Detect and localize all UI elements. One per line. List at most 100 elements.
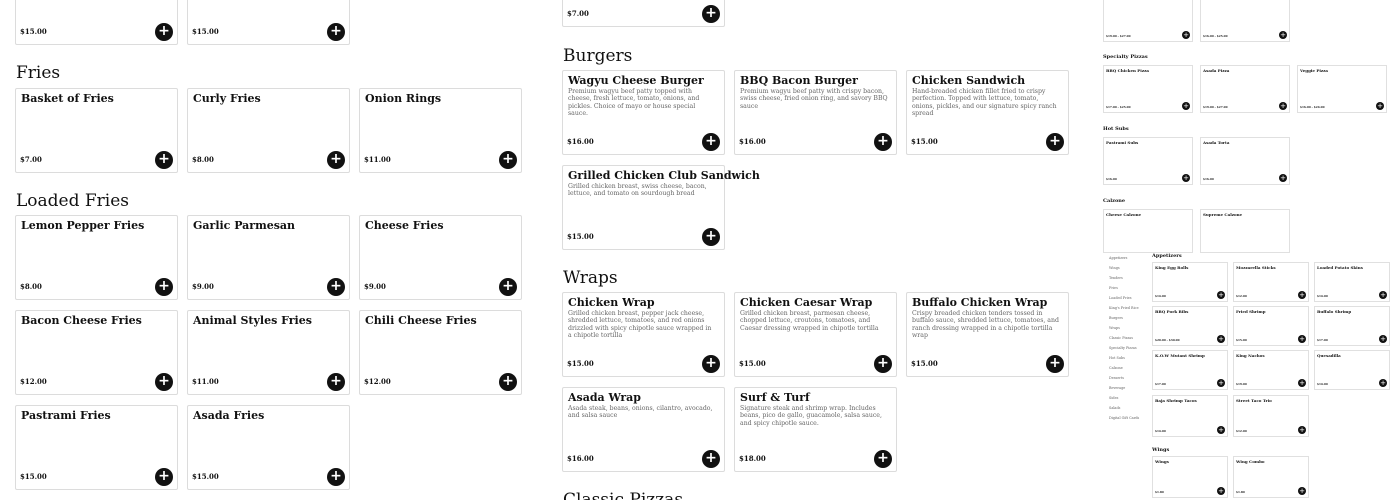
sidebar-item-wings[interactable]: Wings [1107, 263, 1149, 273]
add-to-cart-button[interactable]: + [1217, 379, 1225, 387]
add-to-cart-button[interactable]: + [702, 133, 720, 151]
add-to-cart-button[interactable]: + [499, 373, 517, 391]
menu-card[interactable]: Basket of Fries $7.00 + [15, 88, 178, 173]
menu-card[interactable]: Veggie Pizza $16.00 - $24.00 + [1297, 65, 1387, 113]
sidebar-item-fries[interactable]: Fries [1107, 283, 1149, 293]
add-to-cart-button[interactable]: + [1298, 291, 1306, 299]
menu-card[interactable]: Mozzarella Sticks $12.00 + [1233, 262, 1309, 302]
menu-card[interactable]: Chicken Sandwich Hand-breaded chicken fi… [906, 70, 1069, 155]
add-to-cart-button[interactable]: + [1217, 335, 1225, 343]
menu-card[interactable]: $15.00 + [187, 0, 350, 45]
menu-card[interactable]: Wings $1.80 + [1152, 456, 1228, 498]
sidebar-item-calzone[interactable]: Calzone [1107, 363, 1149, 373]
add-to-cart-button[interactable]: + [499, 278, 517, 296]
menu-card[interactable]: Wing Combo $1.80 + [1233, 456, 1309, 498]
menu-card[interactable]: Quesadilla $14.00 + [1314, 350, 1390, 390]
sidebar-item-burgers[interactable]: Burgers [1107, 313, 1149, 323]
add-to-cart-button[interactable]: + [1298, 426, 1306, 434]
menu-card[interactable]: Chicken Wrap Grilled chicken breast, pep… [562, 292, 725, 377]
menu-card[interactable]: Cheese Calzone [1103, 209, 1193, 253]
add-to-cart-button[interactable]: + [874, 450, 892, 468]
add-to-cart-button[interactable]: + [1376, 102, 1384, 110]
menu-card[interactable]: Wagyu Cheese Burger Premium wagyu beef p… [562, 70, 725, 155]
menu-card[interactable]: Supreme Calzone [1200, 209, 1290, 253]
add-to-cart-button[interactable]: + [155, 23, 173, 41]
add-to-cart-button[interactable]: + [1379, 379, 1387, 387]
sidebar-item-specialty-pizzas[interactable]: Specialty Pizzas [1107, 343, 1149, 353]
add-to-cart-button[interactable]: + [1298, 335, 1306, 343]
menu-card[interactable]: Curly Fries $8.00 + [187, 88, 350, 173]
add-to-cart-button[interactable]: + [1182, 31, 1190, 39]
add-to-cart-button[interactable]: + [1046, 355, 1064, 373]
add-to-cart-button[interactable]: + [874, 133, 892, 151]
sidebar-item-appetizers[interactable]: Appetizers [1107, 253, 1149, 263]
sidebar-item-tenders[interactable]: Tenders [1107, 273, 1149, 283]
add-to-cart-button[interactable]: + [1182, 102, 1190, 110]
menu-card[interactable]: Grilled Chicken Club Sandwich Grilled ch… [562, 165, 760, 250]
add-to-cart-button[interactable]: + [1182, 174, 1190, 182]
menu-card[interactable]: Chicken Caesar Wrap Grilled chicken brea… [734, 292, 897, 377]
add-to-cart-button[interactable]: + [1217, 291, 1225, 299]
menu-card[interactable]: Chili Cheese Fries $12.00 + [359, 310, 522, 395]
add-to-cart-button[interactable]: + [327, 23, 345, 41]
menu-card[interactable]: $16.00 - $25.00 + [1200, 0, 1290, 42]
menu-card[interactable]: Buffalo Chicken Wrap Crispy breaded chic… [906, 292, 1069, 377]
add-to-cart-button[interactable]: + [155, 468, 173, 486]
menu-card[interactable]: Asada Pizza $19.00 - $27.00 + [1200, 65, 1290, 113]
menu-card[interactable]: Pastrami Subs $16.00 + [1103, 137, 1193, 185]
add-to-cart-button[interactable]: + [1279, 174, 1287, 182]
sidebar-item-wraps[interactable]: Wraps [1107, 323, 1149, 333]
sidebar-item-classic-pizzas[interactable]: Classic Pizzas [1107, 333, 1149, 343]
add-to-cart-button[interactable]: + [874, 355, 892, 373]
add-to-cart-button[interactable]: + [702, 228, 720, 246]
add-to-cart-button[interactable]: + [1379, 335, 1387, 343]
add-to-cart-button[interactable]: + [155, 278, 173, 296]
menu-card[interactable]: Fried Shrimp $15.00 + [1233, 306, 1309, 346]
add-to-cart-button[interactable]: + [1217, 487, 1225, 495]
add-to-cart-button[interactable]: + [1298, 379, 1306, 387]
add-to-cart-button[interactable]: + [1279, 102, 1287, 110]
add-to-cart-button[interactable]: + [499, 151, 517, 169]
menu-card[interactable]: Street Taco Trio $12.00 + [1233, 395, 1309, 437]
sidebar-item-hot-subs[interactable]: Hot Subs [1107, 353, 1149, 363]
sidebar-item-loaded-fries[interactable]: Loaded Fries [1107, 293, 1149, 303]
menu-card[interactable]: Onion Rings $11.00 + [359, 88, 522, 173]
menu-card[interactable]: Loaded Potato Skins $14.00 + [1314, 262, 1390, 302]
add-to-cart-button[interactable]: + [702, 355, 720, 373]
menu-card[interactable]: Garlic Parmesan $9.00 + [187, 215, 350, 300]
sidebar-item-gift-cards[interactable]: Digital Gift Cards [1107, 413, 1149, 423]
sidebar-item-salads[interactable]: Salads [1107, 403, 1149, 413]
menu-card[interactable]: King Nachos $19.00 + [1233, 350, 1309, 390]
add-to-cart-button[interactable]: + [1298, 487, 1306, 495]
sidebar-item-sides[interactable]: Sides [1107, 393, 1149, 403]
menu-card[interactable]: King Egg Rolls $14.00 + [1152, 262, 1228, 302]
menu-card[interactable]: BBQ Pork Ribs $20.00 - $30.00 + [1152, 306, 1228, 346]
add-to-cart-button[interactable]: + [1379, 291, 1387, 299]
menu-card[interactable]: Asada Fries $15.00 + [187, 405, 350, 490]
menu-card[interactable]: Surf & Turf Signature steak and shrimp w… [734, 387, 897, 472]
menu-card[interactable]: Baja Shrimp Tacos $14.00 + [1152, 395, 1228, 437]
sidebar-item-fried-rice[interactable]: King's Fried Rice [1107, 303, 1149, 313]
add-to-cart-button[interactable]: + [1046, 133, 1064, 151]
add-to-cart-button[interactable]: + [702, 450, 720, 468]
menu-card[interactable]: BBQ Bacon Burger Premium wagyu beef patt… [734, 70, 897, 155]
menu-card[interactable]: K.O.W Mutant Shrimp $17.00 + [1152, 350, 1228, 390]
menu-card[interactable]: Animal Styles Fries $11.00 + [187, 310, 350, 395]
add-to-cart-button[interactable]: + [327, 278, 345, 296]
menu-card[interactable]: Bacon Cheese Fries $12.00 + [15, 310, 178, 395]
sidebar-item-desserts[interactable]: Desserts [1107, 373, 1149, 383]
menu-card[interactable]: Cheese Fries $9.00 + [359, 215, 522, 300]
add-to-cart-button[interactable]: + [327, 151, 345, 169]
add-to-cart-button[interactable]: + [1217, 426, 1225, 434]
menu-card[interactable]: Lemon Pepper Fries $8.00 + [15, 215, 178, 300]
add-to-cart-button[interactable]: + [327, 468, 345, 486]
menu-card[interactable]: $19.00 - $27.00 + [1103, 0, 1193, 42]
menu-card[interactable]: Pastrami Fries $15.00 + [15, 405, 178, 490]
menu-card[interactable]: $15.00 + [15, 0, 178, 45]
menu-card[interactable]: $7.00 + [562, 0, 725, 27]
add-to-cart-button[interactable]: + [155, 151, 173, 169]
menu-card[interactable]: BBQ Chicken Pizza $17.00 - $25.00 + [1103, 65, 1193, 113]
add-to-cart-button[interactable]: + [702, 5, 720, 23]
add-to-cart-button[interactable]: + [327, 373, 345, 391]
add-to-cart-button[interactable]: + [155, 373, 173, 391]
